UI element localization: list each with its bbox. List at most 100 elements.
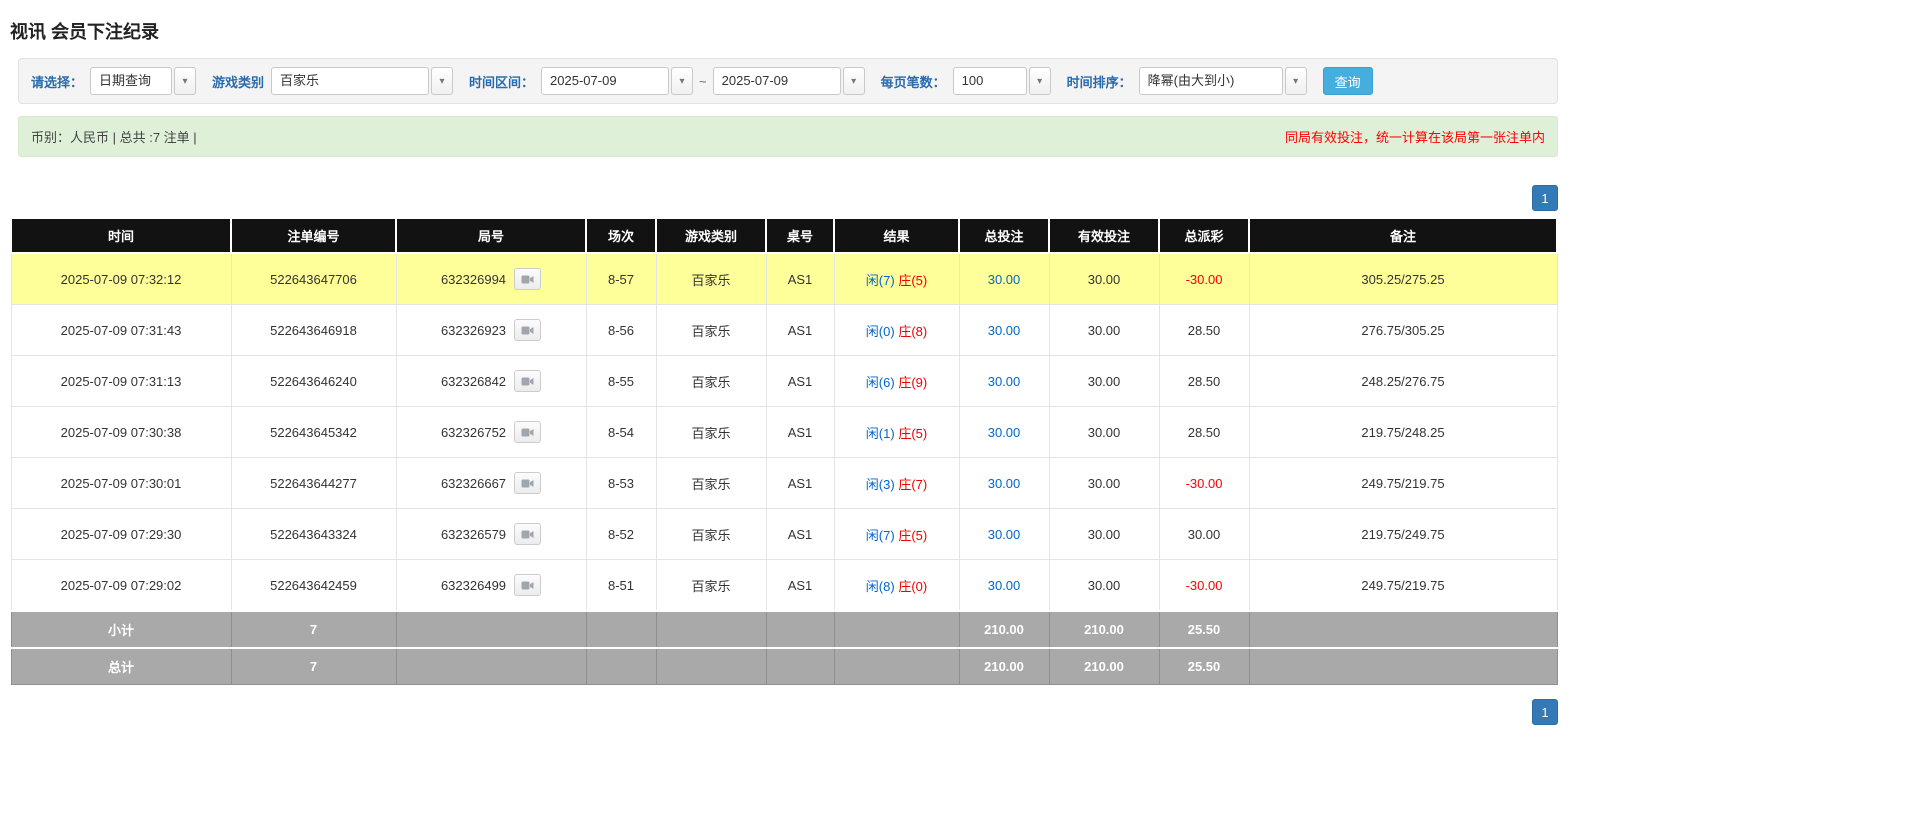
result-banker: 庄(5) xyxy=(898,272,928,288)
column-header: 注单编号 xyxy=(230,217,397,254)
cell-total-bet[interactable]: 30.00 xyxy=(958,457,1050,509)
video-icon xyxy=(521,479,534,487)
range-separator: ~ xyxy=(699,73,707,89)
cell-bet-id: 522643646918 xyxy=(230,304,397,356)
video-replay-button[interactable] xyxy=(514,319,542,341)
select-type-value[interactable]: 日期查询 xyxy=(90,67,173,95)
date-to-combo[interactable]: 2025-07-09 ▾ xyxy=(712,67,865,95)
cell-valid-bet: 30.00 xyxy=(1048,406,1160,458)
cell-game-type: 百家乐 xyxy=(655,559,767,612)
cell-total-bet[interactable]: 30.00 xyxy=(958,508,1050,560)
round-number: 632326842 xyxy=(440,373,507,389)
round-number: 632326667 xyxy=(440,475,507,491)
cell-table-no: AS1 xyxy=(765,355,835,407)
round-number: 632326499 xyxy=(440,577,507,593)
cell-total-bet[interactable]: 30.00 xyxy=(958,406,1050,458)
sort-value[interactable]: 降幂(由大到小) xyxy=(1138,67,1283,95)
cell-time: 2025-07-09 07:30:01 xyxy=(10,457,232,509)
filter-group-date-range: 时间区间： 2025-07-09 ▾ ~ 2025-07-09 ▾ xyxy=(469,67,865,95)
table-head: 时间 注单编号 局号 场次 游戏类别 桌号 结果 总投注 有效投注 总派彩 备注 xyxy=(10,217,1558,254)
cell-remark: 219.75/249.75 xyxy=(1248,508,1558,560)
per-page-value[interactable]: 100 xyxy=(952,67,1027,95)
cell-table-no: AS1 xyxy=(765,406,835,458)
cell-session: 8-53 xyxy=(585,457,657,509)
column-header: 桌号 xyxy=(765,217,835,254)
chevron-down-icon[interactable]: ▾ xyxy=(1028,67,1051,95)
cell-valid-bet: 30.00 xyxy=(1048,508,1160,560)
cell-total-bet[interactable]: 30.00 xyxy=(958,355,1050,407)
video-icon xyxy=(521,581,534,589)
cell-total-bet[interactable]: 30.00 xyxy=(958,559,1050,612)
video-icon xyxy=(521,275,534,283)
cell-valid-bet: 30.00 xyxy=(1048,559,1160,612)
subtotal-label-cell: 小计 xyxy=(10,610,232,649)
video-replay-button[interactable] xyxy=(514,574,542,596)
chevron-down-icon[interactable]: ▾ xyxy=(671,67,694,95)
per-page-combo[interactable]: 100 ▾ xyxy=(952,67,1051,95)
page-1-button[interactable]: 1 xyxy=(1532,699,1558,725)
summary-currency-text: 币别：人民币 | 总共 :7 注单 | xyxy=(31,130,197,145)
result-banker: 庄(8) xyxy=(898,323,928,339)
column-header: 总派彩 xyxy=(1158,217,1250,254)
select-type-combo[interactable]: 日期查询 ▾ xyxy=(90,67,197,95)
page-1-button[interactable]: 1 xyxy=(1532,185,1558,211)
result-player: 闲(6) xyxy=(865,374,895,390)
subtotal-total-bet-cell: 210.00 xyxy=(958,610,1050,649)
result-player: 闲(0) xyxy=(865,323,895,339)
cell-payout: 28.50 xyxy=(1158,355,1250,407)
chevron-down-icon[interactable]: ▾ xyxy=(842,67,865,95)
empty-cell xyxy=(765,647,835,685)
result-player: 闲(7) xyxy=(865,527,895,543)
cell-valid-bet: 30.00 xyxy=(1048,252,1160,305)
column-header: 游戏类别 xyxy=(655,217,767,254)
round-wrap: 632326667 xyxy=(440,472,542,494)
summary-bar: 币别：人民币 | 总共 :7 注单 | 同局有效投注，统一计算在该局第一张注单内 xyxy=(18,116,1558,157)
video-replay-button[interactable] xyxy=(514,523,542,545)
filter-group-select-type: 请选择： 日期查询 ▾ xyxy=(31,67,197,95)
game-type-combo[interactable]: 百家乐 ▾ xyxy=(271,67,454,95)
filter-group-per-page: 每页笔数： 100 ▾ xyxy=(881,67,1051,95)
round-wrap: 632326994 xyxy=(441,268,542,290)
cell-round: 632326923 xyxy=(395,304,587,356)
cell-game-type: 百家乐 xyxy=(655,457,767,509)
cell-total-bet[interactable]: 30.00 xyxy=(958,252,1050,305)
query-button[interactable]: 查询 xyxy=(1322,67,1373,95)
chevron-down-icon[interactable]: ▾ xyxy=(431,67,454,95)
filter-group-game-type: 游戏类别 百家乐 ▾ xyxy=(212,67,454,95)
result-player: 闲(3) xyxy=(865,476,895,492)
filter-group-sort: 时间排序： 降幂(由大到小) ▾ xyxy=(1067,67,1307,95)
round-number: 632326752 xyxy=(440,424,507,440)
total-valid-bet-cell: 210.00 xyxy=(1048,647,1160,685)
video-icon xyxy=(521,326,534,334)
cell-game-type: 百家乐 xyxy=(655,406,767,458)
video-replay-button[interactable] xyxy=(514,268,542,290)
date-from-value[interactable]: 2025-07-09 xyxy=(541,67,670,95)
column-header: 结果 xyxy=(833,217,960,254)
empty-cell xyxy=(1248,647,1558,685)
total-total-bet-cell: 210.00 xyxy=(958,647,1050,685)
video-replay-button[interactable] xyxy=(514,472,542,494)
column-header: 场次 xyxy=(585,217,657,254)
chevron-down-icon[interactable]: ▾ xyxy=(1284,67,1307,95)
round-wrap: 632326923 xyxy=(441,319,542,341)
date-from-combo[interactable]: 2025-07-09 ▾ xyxy=(541,67,694,95)
total-count-cell: 7 xyxy=(230,647,397,685)
cell-valid-bet: 30.00 xyxy=(1048,304,1160,356)
chevron-down-icon[interactable]: ▾ xyxy=(174,67,197,95)
cell-session: 8-52 xyxy=(585,508,657,560)
sort-combo[interactable]: 降幂(由大到小) ▾ xyxy=(1138,67,1307,95)
video-icon xyxy=(521,428,534,436)
game-type-value[interactable]: 百家乐 xyxy=(271,67,430,95)
cell-total-bet[interactable]: 30.00 xyxy=(958,304,1050,356)
per-page-label: 每页笔数： xyxy=(880,74,946,90)
game-type-label: 游戏类别 xyxy=(212,74,265,90)
video-replay-button[interactable] xyxy=(514,370,542,392)
cell-bet-id: 522643643324 xyxy=(230,508,397,560)
bet-records-table: 时间 注单编号 局号 场次 游戏类别 桌号 结果 总投注 有效投注 总派彩 备注 2025-07-0… xyxy=(10,217,1558,685)
cell-table-no: AS1 xyxy=(765,457,835,509)
cell-payout: 28.50 xyxy=(1158,406,1250,458)
date-to-value[interactable]: 2025-07-09 xyxy=(712,67,841,95)
video-replay-button[interactable] xyxy=(514,421,542,443)
subtotal-payout-cell: 25.50 xyxy=(1158,610,1250,649)
cell-time: 2025-07-09 07:29:02 xyxy=(10,559,232,612)
